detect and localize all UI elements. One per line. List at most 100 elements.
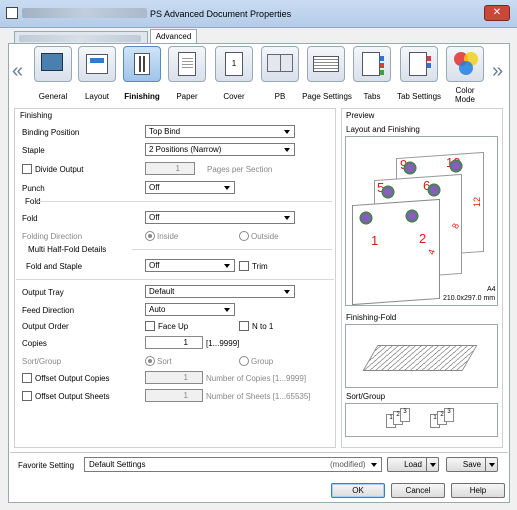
multi-half-fold-divider — [132, 249, 332, 250]
layout-icon — [86, 54, 108, 74]
folding-direction-label: Folding Direction — [22, 232, 83, 241]
group-radio[interactable] — [239, 356, 249, 366]
finishing-fold-label: Finishing-Fold — [346, 313, 397, 322]
feed-direction-select[interactable]: Auto — [145, 303, 235, 316]
binding-position-label: Binding Position — [22, 128, 80, 137]
offset-sheets-checkbox[interactable] — [22, 391, 32, 401]
pages-per-section-label: Pages per Section — [207, 165, 273, 174]
paper-icon — [178, 52, 196, 76]
staple-label: Staple — [22, 146, 45, 155]
toolbar-color-mode[interactable] — [446, 46, 484, 82]
staple-select[interactable]: 2 Positions (Narrow) — [145, 143, 295, 156]
toolbar-cover-label: Cover — [223, 92, 245, 101]
section-title-finishing: Finishing — [20, 111, 53, 120]
section-divider — [16, 279, 334, 280]
offset-sheets-label: Offset Output Sheets — [35, 392, 110, 401]
close-button[interactable]: ✕ — [484, 5, 510, 21]
ok-button[interactable]: OK — [331, 483, 385, 498]
tab-settings-icon — [409, 52, 431, 76]
sort-group-label: Sort/Group — [22, 357, 62, 366]
sort-radio[interactable] — [145, 356, 155, 366]
trim-checkbox[interactable] — [239, 261, 249, 271]
layout-finishing-label: Layout and Finishing — [346, 125, 420, 134]
scroll-left-arrow[interactable]: « — [12, 60, 23, 83]
toolbar-tabs[interactable] — [353, 46, 391, 82]
toolbar-paper[interactable] — [168, 46, 206, 82]
cancel-button[interactable]: Cancel — [391, 483, 445, 498]
fold-select[interactable]: Off — [145, 211, 295, 224]
toolbar-color-mode-label: Color Mode — [454, 86, 475, 104]
toolbar-page-settings[interactable] — [307, 46, 345, 82]
page-number: 2 — [419, 231, 427, 246]
save-dropdown-arrow[interactable] — [485, 458, 497, 471]
offset-copies-input[interactable]: 1 — [145, 371, 203, 384]
load-button[interactable]: Load — [387, 457, 439, 472]
flower-icon — [380, 185, 396, 199]
flower-icon — [404, 209, 420, 223]
flower-icon — [358, 211, 374, 225]
flower-icon — [426, 183, 442, 197]
printer-icon — [6, 7, 18, 19]
toolbar-tab-settings-label: Tab Settings — [396, 92, 442, 101]
layout-preview: 9 10 5 6 1 2 12 8 4 — [345, 136, 498, 306]
trim-label: Trim — [252, 262, 268, 271]
divide-output-checkbox[interactable] — [22, 164, 32, 174]
fold-group-divider — [38, 201, 332, 202]
offset-copies-label: Offset Output Copies — [35, 374, 110, 383]
paper-size: A4 — [487, 286, 496, 293]
output-tray-label: Output Tray — [22, 288, 64, 297]
toolbar-finishing[interactable] — [123, 46, 161, 82]
punch-label: Punch — [22, 184, 45, 193]
load-dropdown-arrow[interactable] — [426, 458, 438, 471]
toolbar-pb[interactable] — [261, 46, 299, 82]
flower-icon — [448, 159, 464, 173]
toolbar-tab-settings[interactable] — [400, 46, 438, 82]
copies-input[interactable]: 1 — [145, 336, 203, 349]
finishing-icon — [134, 53, 150, 75]
fold-label: Fold — [22, 214, 38, 223]
pages-per-section-input[interactable]: 1 — [145, 162, 195, 175]
offset-copies-checkbox[interactable] — [22, 373, 32, 383]
feed-direction-label: Feed Direction — [22, 306, 75, 315]
fold-and-staple-label: Fold and Staple — [26, 262, 83, 271]
favorite-setting-select[interactable]: Default Settings (modified) — [84, 457, 382, 472]
offset-sheets-input[interactable]: 1 — [145, 389, 203, 402]
toolbar-layout-label: Layout — [84, 92, 110, 101]
toolbar-tabs-label: Tabs — [363, 92, 381, 101]
sort-group-preview: 1 2 3 1 2 3 — [345, 403, 498, 437]
favorite-setting-value: Default Settings — [89, 460, 146, 469]
toolbar-layout[interactable] — [78, 46, 116, 82]
fold-and-staple-select[interactable]: Off — [145, 259, 235, 272]
binding-position-select[interactable]: Top Bind — [145, 125, 295, 138]
output-tray-select[interactable]: Default — [145, 285, 295, 298]
punch-select[interactable]: Off — [145, 181, 235, 194]
favorite-setting-label: Favorite Setting — [18, 461, 75, 470]
outside-label: Outside — [251, 232, 279, 241]
save-button[interactable]: Save — [446, 457, 498, 472]
sort-page: 3 — [444, 408, 454, 422]
preview-title: Preview — [346, 111, 375, 120]
toolbar-general[interactable] — [34, 46, 72, 82]
sort-group-preview-label: Sort/Group — [346, 392, 386, 401]
face-up-checkbox[interactable] — [145, 321, 155, 331]
chevron-down-icon — [430, 463, 436, 467]
help-button[interactable]: Help — [451, 483, 505, 498]
load-label: Load — [404, 460, 422, 469]
multi-half-fold-label: Multi Half-Fold Details — [28, 245, 107, 254]
page-number: 12 — [472, 196, 483, 208]
copies-range: [1...9999] — [206, 339, 240, 348]
blurred-printer-name — [22, 8, 147, 18]
toolbar-general-label: General — [38, 92, 68, 101]
page-settings-icon — [313, 56, 339, 72]
scroll-right-arrow[interactable]: » — [492, 60, 503, 83]
offset-copies-range: Number of Copies [1...9999] — [206, 374, 307, 383]
offset-sheets-range: Number of Sheets [1...65535] — [206, 392, 311, 401]
tab-advanced[interactable]: Advanced — [150, 29, 197, 44]
output-order-label: Output Order — [22, 322, 69, 331]
favorite-modified-text: (modified) — [330, 460, 366, 469]
outside-radio[interactable] — [239, 231, 249, 241]
chevron-down-icon — [489, 463, 495, 467]
toolbar-cover[interactable]: 1 — [215, 46, 253, 82]
n-to-1-checkbox[interactable] — [239, 321, 249, 331]
inside-radio[interactable] — [145, 231, 155, 241]
